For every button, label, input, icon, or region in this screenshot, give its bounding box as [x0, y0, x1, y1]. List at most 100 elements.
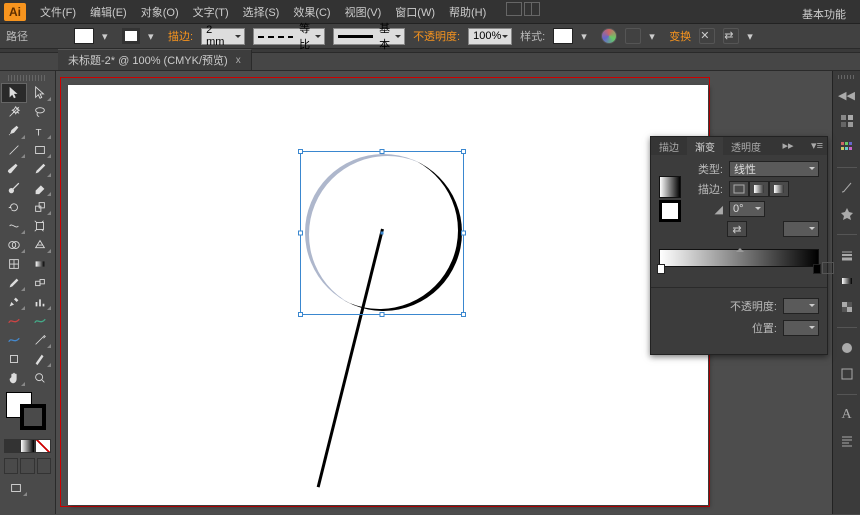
stroke-gradient-within[interactable] — [729, 181, 749, 197]
more-icon[interactable]: ⇄ — [723, 28, 739, 44]
symbol-sprayer-tool[interactable] — [2, 293, 26, 311]
line-tool[interactable] — [2, 141, 26, 159]
panel-tab-gradient[interactable]: 渐变 — [687, 137, 723, 155]
opacity-label[interactable]: 不透明度: — [413, 28, 460, 44]
curvature-tool-a[interactable] — [2, 312, 26, 330]
selection-bounding-box[interactable] — [300, 151, 464, 315]
color-mode-none[interactable] — [35, 439, 51, 453]
free-transform-tool[interactable] — [28, 217, 52, 235]
selection-handle-sw[interactable] — [298, 312, 303, 317]
gradient-panel[interactable]: 描边 渐变 透明度 ▸▸ ▾≡ 类型: 线性 描边: — [650, 136, 828, 355]
stroke-profile-dropdown[interactable]: 等比 — [253, 28, 325, 45]
brush-dropdown[interactable]: 基本 — [333, 28, 405, 45]
panel-collapse-icon[interactable]: ▸▸ — [779, 137, 798, 155]
perspective-tool[interactable] — [28, 236, 52, 254]
menu-effect[interactable]: 效果(C) — [287, 2, 336, 22]
reverse-gradient-icon[interactable]: ⇄ — [727, 221, 747, 237]
stroke-label[interactable]: 描边: — [168, 28, 193, 44]
gradient-tool[interactable] — [28, 255, 52, 273]
selection-tool[interactable] — [2, 84, 26, 102]
panel-menu-icon[interactable]: ▾≡ — [807, 137, 827, 155]
draw-inside[interactable] — [37, 458, 51, 474]
menu-help[interactable]: 帮助(H) — [443, 2, 492, 22]
screen-mode-button[interactable] — [4, 479, 28, 497]
rectangle-tool[interactable] — [28, 141, 52, 159]
eyedropper-tool[interactable] — [2, 274, 26, 292]
color-mode-color[interactable] — [4, 439, 20, 453]
draw-behind[interactable] — [20, 458, 34, 474]
slice-tool[interactable] — [28, 350, 52, 368]
transparency-panel-icon[interactable] — [837, 297, 857, 317]
stroke-color-box[interactable] — [20, 404, 46, 430]
column-graph-tool[interactable] — [28, 293, 52, 311]
aspect-ratio-input[interactable] — [783, 221, 819, 237]
character-panel-icon[interactable]: A — [837, 405, 857, 425]
hand-tool[interactable] — [2, 369, 26, 387]
transform-label[interactable]: 变换 — [669, 28, 691, 44]
color-mode-gradient[interactable] — [20, 439, 36, 453]
selection-handle-se[interactable] — [461, 312, 466, 317]
style-dropdown-arrow[interactable]: ▾ — [581, 30, 593, 42]
align-icon[interactable] — [625, 28, 641, 44]
selection-handle-n[interactable] — [380, 149, 385, 154]
arrange-icon[interactable] — [524, 2, 540, 16]
magic-wand-tool[interactable] — [2, 103, 26, 121]
gradient-angle-input[interactable]: 0° — [729, 201, 765, 217]
layout-icon[interactable] — [506, 2, 522, 16]
gradient-midpoint[interactable] — [736, 244, 744, 250]
eraser-tool[interactable] — [28, 179, 52, 197]
rotate-tool[interactable] — [2, 198, 26, 216]
fill-swatch[interactable] — [74, 28, 94, 44]
menu-window[interactable]: 窗口(W) — [389, 2, 441, 22]
stroke-width-input[interactable]: 2 mm — [201, 28, 245, 45]
pencil-tool[interactable] — [28, 160, 52, 178]
style-swatch[interactable] — [553, 28, 573, 44]
gradient-stroke-preview[interactable] — [659, 200, 681, 222]
stroke-gradient-across[interactable] — [769, 181, 789, 197]
width-tool[interactable] — [2, 217, 26, 235]
graphic-styles-panel-icon[interactable] — [837, 364, 857, 384]
more-dropdown[interactable]: ▾ — [747, 30, 759, 42]
mesh-tool[interactable] — [2, 255, 26, 273]
selection-handle-e[interactable] — [461, 231, 466, 236]
gradient-slider[interactable] — [659, 249, 819, 267]
dock-grip[interactable] — [838, 75, 856, 79]
scale-tool[interactable] — [28, 198, 52, 216]
blend-tool[interactable] — [28, 274, 52, 292]
appearance-panel-icon[interactable] — [837, 338, 857, 358]
shape-builder-tool[interactable] — [2, 236, 26, 254]
brushes-panel-icon[interactable] — [837, 178, 857, 198]
panel-tab-transparency[interactable]: 透明度 — [723, 137, 769, 155]
menu-view[interactable]: 视图(V) — [339, 2, 388, 22]
expand-dock-icon[interactable]: ◀◀ — [837, 85, 857, 105]
gradient-stop-start[interactable] — [657, 264, 665, 274]
paintbrush-tool[interactable] — [2, 160, 26, 178]
artboard-tool[interactable] — [2, 350, 26, 368]
lasso-tool[interactable] — [28, 103, 52, 121]
stroke-swatch[interactable] — [122, 28, 140, 44]
curvature-tool-b[interactable] — [28, 312, 52, 330]
blob-brush-tool[interactable] — [2, 179, 26, 197]
menu-select[interactable]: 选择(S) — [237, 2, 286, 22]
toolbox-grip[interactable] — [8, 75, 47, 81]
stop-location-input[interactable] — [783, 320, 819, 336]
type-tool[interactable]: T — [28, 122, 52, 140]
gradient-type-dropdown[interactable]: 线性 — [729, 161, 819, 177]
document-tab[interactable]: 未标题-2* @ 100% (CMYK/预览) x — [58, 49, 252, 70]
zoom-tool[interactable] — [28, 369, 52, 387]
menu-type[interactable]: 文字(T) — [187, 2, 235, 22]
curvature-tool-d[interactable] — [28, 331, 52, 349]
pen-tool[interactable] — [2, 122, 26, 140]
isolate-icon[interactable]: ✕ — [699, 28, 715, 44]
selection-handle-s[interactable] — [380, 312, 385, 317]
panel-tab-stroke[interactable]: 描边 — [651, 137, 687, 155]
stroke-gradient-along[interactable] — [749, 181, 769, 197]
stop-opacity-input[interactable] — [783, 298, 819, 314]
menu-edit[interactable]: 编辑(E) — [84, 2, 133, 22]
workspace-switcher[interactable]: 基本功能 — [794, 4, 854, 24]
fill-dropdown-arrow[interactable]: ▾ — [102, 30, 114, 42]
draw-normal[interactable] — [4, 458, 18, 474]
gradient-stop-end[interactable] — [813, 264, 821, 274]
stroke-dropdown-arrow[interactable]: ▾ — [148, 30, 160, 42]
color-panel-icon[interactable] — [837, 111, 857, 131]
